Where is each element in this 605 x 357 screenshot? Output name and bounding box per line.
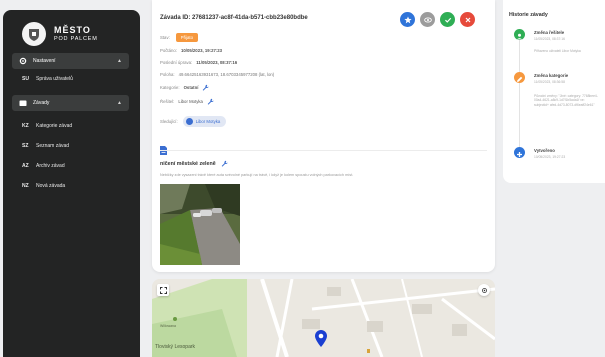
reported-label: Počtáno: bbox=[160, 48, 177, 53]
last-change-value: 11/05/2023, 08:37:16 bbox=[196, 60, 238, 65]
history-panel: Historie závady Změna řešitele 11/05/202… bbox=[503, 0, 605, 183]
history-entry-time: 10/05/2023, 19:27:23 bbox=[534, 155, 566, 159]
sidebar-item-new-defect[interactable]: NZ Nová závada bbox=[22, 183, 65, 189]
delete-button[interactable] bbox=[460, 12, 475, 27]
action-buttons bbox=[400, 12, 475, 27]
last-change-row: Poslední úprava: 11/05/2023, 08:37:16 bbox=[160, 60, 237, 65]
divider bbox=[160, 150, 487, 151]
sidebar-item-code: KZ bbox=[22, 123, 29, 129]
history-entry-detail: Přiřazeno uživateli Libor Motyka bbox=[534, 49, 581, 53]
location-map[interactable]: Tloviský Lesopark Willowana bbox=[152, 279, 495, 357]
close-icon bbox=[465, 17, 470, 22]
map-label: Tloviský Lesopark bbox=[155, 344, 196, 350]
sidebar-item-label: Seznam závad bbox=[36, 143, 70, 149]
avatar bbox=[185, 118, 193, 125]
wrench-icon[interactable] bbox=[221, 160, 228, 167]
plus-icon bbox=[517, 152, 522, 157]
followers-row: Sledující: Libor Motyka bbox=[160, 116, 227, 127]
history-entry-title: Vytvořeno bbox=[534, 148, 555, 153]
history-entry-time: 11/05/2023, 08:37:16 bbox=[534, 37, 565, 41]
reported-row: Počtáno: 10/05/2023, 19:27:23 bbox=[160, 48, 222, 53]
sidebar-section-settings[interactable]: Nastavení ▲ bbox=[12, 53, 129, 69]
brand-line1: MĚSTO bbox=[54, 24, 91, 35]
gear-icon bbox=[19, 57, 27, 65]
star-button[interactable] bbox=[400, 12, 415, 27]
history-entry-title: Změna řešitele bbox=[534, 30, 565, 35]
last-change-label: Poslední úprava: bbox=[160, 60, 193, 65]
sidebar-item-code: SZ bbox=[22, 143, 29, 149]
sidebar-item-code: NZ bbox=[22, 183, 29, 189]
folder-icon bbox=[19, 99, 27, 107]
locate-button[interactable] bbox=[478, 284, 490, 296]
sidebar: MĚSTO POD PALCEM Nastavení ▲ SU Správa u… bbox=[3, 10, 140, 357]
sidebar-item-users[interactable]: SU Správa uživatelů bbox=[22, 76, 73, 82]
state-row: Stav: Přijato bbox=[160, 33, 198, 42]
fullscreen-icon bbox=[159, 286, 167, 294]
reported-value: 10/05/2023, 19:27:23 bbox=[180, 48, 223, 53]
sidebar-item-code: AZ bbox=[22, 163, 29, 169]
position-label: Poloha: bbox=[160, 72, 175, 77]
solver-row: Řešitel: Libor Motyka bbox=[160, 98, 214, 105]
chevron-up-icon: ▲ bbox=[117, 100, 122, 106]
sidebar-section-defects[interactable]: Závady ▲ bbox=[12, 95, 129, 111]
location-pin-icon[interactable] bbox=[315, 330, 327, 352]
sidebar-item-label: Archiv závad bbox=[36, 163, 65, 169]
approve-button[interactable] bbox=[440, 12, 455, 27]
subject-text: ničení městské zeleně bbox=[160, 160, 216, 167]
defect-detail-card: Závada ID: 27681237-ac8f-41da-b571-cbb23… bbox=[152, 0, 495, 272]
brand-line2: POD PALCEM bbox=[54, 35, 98, 42]
timeline-line bbox=[519, 40, 520, 150]
defect-photo[interactable] bbox=[160, 184, 240, 265]
history-entry-detail: Původní změny: "Jiné: category: 7768bee4… bbox=[534, 94, 598, 107]
document-icon[interactable] bbox=[160, 142, 167, 160]
category-label: Kategorie: bbox=[160, 85, 180, 90]
category-row: Kategorie: Ostatní bbox=[160, 84, 210, 91]
solver-label: Řešitel: bbox=[160, 99, 175, 104]
fullscreen-button[interactable] bbox=[157, 284, 169, 296]
user-icon bbox=[516, 33, 523, 40]
sidebar-item-code: SU bbox=[22, 76, 29, 82]
defect-title: Závada ID: 27681237-ac8f-41da-b571-cbb23… bbox=[160, 15, 308, 21]
eye-icon bbox=[423, 16, 432, 23]
chevron-up-icon: ▲ bbox=[117, 58, 122, 64]
city-crest-icon bbox=[22, 22, 46, 46]
defect-description: Nebičky zde vysazeni trávě které auta sv… bbox=[160, 173, 354, 177]
history-entry-time: 11/05/2023, 08:36:58 bbox=[534, 80, 565, 84]
edit-icon bbox=[517, 76, 523, 82]
sidebar-item-categories[interactable]: KZ Kategorie závad bbox=[22, 123, 72, 129]
sidebar-item-label: Nová závada bbox=[36, 183, 66, 189]
position-row: Poloha: 49.66425163931673, 18.6703345977… bbox=[160, 72, 274, 77]
state-label: Stav: bbox=[160, 35, 170, 40]
star-icon bbox=[403, 15, 412, 23]
wrench-icon[interactable] bbox=[207, 98, 214, 105]
view-button[interactable] bbox=[420, 12, 435, 27]
category-value: Ostatní bbox=[183, 85, 199, 90]
sidebar-item-defect-list[interactable]: SZ Seznam závad bbox=[22, 143, 69, 149]
defect-subject: ničení městské zeleně bbox=[160, 160, 228, 167]
sidebar-section-label: Nastavení bbox=[33, 58, 56, 64]
timeline-dot bbox=[514, 29, 525, 40]
crosshair-icon bbox=[481, 287, 487, 293]
map-label: Willowana bbox=[160, 324, 176, 328]
history-title: Historie závady bbox=[509, 12, 548, 18]
status-badge: Přijato bbox=[175, 33, 198, 42]
solver-value: Libor Motyka bbox=[178, 99, 203, 104]
sidebar-item-label: Kategorie závad bbox=[36, 123, 73, 129]
sidebar-item-archive[interactable]: AZ Archiv závad bbox=[22, 163, 65, 169]
check-icon bbox=[444, 17, 451, 23]
follower-chip[interactable]: Libor Motyka bbox=[182, 116, 227, 127]
timeline-dot bbox=[514, 147, 525, 158]
followers-label: Sledující: bbox=[160, 119, 178, 124]
follower-name: Libor Motyka bbox=[195, 119, 221, 124]
history-entry-title: Změna kategorie bbox=[534, 73, 569, 78]
sidebar-item-label: Správa uživatelů bbox=[36, 76, 73, 82]
sidebar-section-label: Závady bbox=[33, 100, 50, 106]
logo[interactable]: MĚSTO POD PALCEM bbox=[22, 22, 98, 46]
timeline-dot bbox=[514, 72, 525, 83]
wrench-icon[interactable] bbox=[202, 84, 210, 91]
position-value: 49.66425163931673, 18.6703345977208 (lat… bbox=[178, 72, 275, 77]
